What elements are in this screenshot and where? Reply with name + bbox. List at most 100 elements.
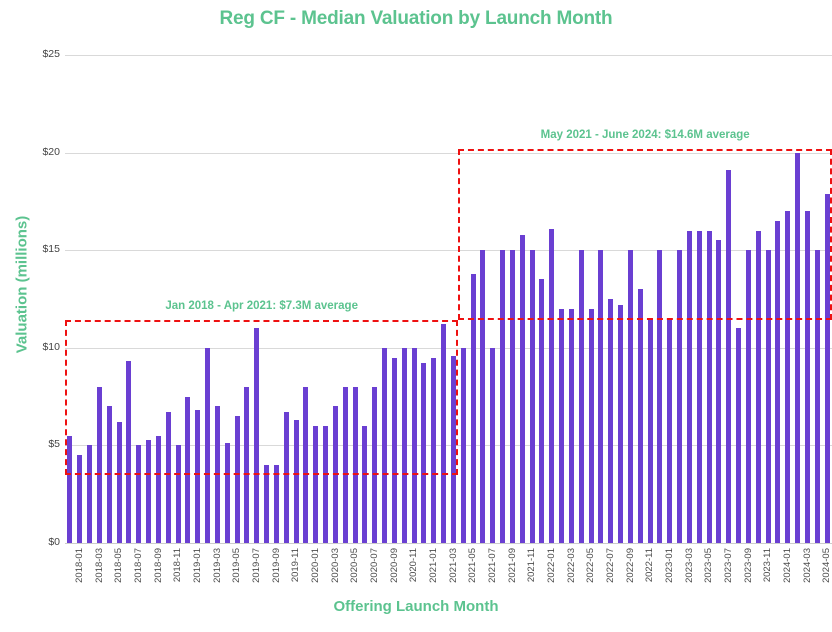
x-axis-tick-label: 2020-09 [388,548,400,583]
bar [185,396,191,543]
bar [814,250,820,543]
bar [96,386,102,543]
bar [726,170,732,543]
bar [254,328,260,543]
bar [401,347,407,543]
x-axis-tick-label: 2019-09 [270,548,282,583]
bar [372,386,378,543]
x-axis-tick-label: 2022-01 [545,548,557,583]
bar [175,445,181,543]
chart-title: Reg CF - Median Valuation by Launch Mont… [219,8,613,29]
x-axis-tick-label: 2021-01 [427,548,439,583]
gridline [65,543,832,544]
bar [578,250,584,543]
bar [165,412,171,543]
bar [421,363,427,543]
bar [677,250,683,543]
bar [598,250,604,543]
bar [431,357,437,543]
bar [618,304,624,543]
period-average-label: Jan 2018 - Apr 2021: $7.3M average [165,300,358,313]
bar [519,234,525,543]
bar [706,230,712,543]
x-axis-tick-label: 2020-07 [368,548,380,583]
y-axis-tick-label: $15 [42,243,60,256]
x-axis-tick-label: 2024-05 [821,548,832,583]
bar [755,230,761,543]
bar [234,416,240,543]
x-axis-tick-label: 2020-03 [329,548,341,583]
x-axis-tick-label: 2018-01 [73,548,85,583]
chart-container: Reg CF - Median Valuation by Launch Mont… [0,0,832,632]
bar [588,308,594,543]
x-axis-tick-label: 2023-11 [762,548,774,583]
bar [637,289,643,543]
bar [106,406,112,543]
y-axis-tick-label: $10 [42,340,60,353]
bar [382,347,388,543]
y-axis-tick-label: $25 [42,48,60,60]
bar [500,250,506,543]
plot-area: Jan 2018 - Apr 2021: $7.3M average May 20… [65,55,832,544]
x-axis-tick-label: 2022-11 [644,548,656,583]
x-axis-title: Offering Launch Month [333,598,499,615]
bar [441,324,447,543]
x-axis-tick-label: 2023-09 [742,548,754,583]
bar [303,386,309,543]
bar [313,425,319,543]
x-axis-tick-label: 2019-03 [211,548,223,583]
bar [795,152,801,543]
bar [716,240,722,543]
bar [785,211,791,543]
x-axis-tick-label: 2018-05 [113,548,125,583]
bar [529,250,535,543]
bar [332,406,338,543]
x-axis-tick-label: 2018-11 [172,548,184,583]
bar [323,425,329,543]
bar [450,355,456,543]
bar [155,435,161,543]
x-axis-tick-label: 2019-07 [250,548,262,583]
bar [352,386,358,543]
bar [283,412,289,543]
bar [460,347,466,543]
bar [470,273,476,543]
bar [87,445,93,543]
x-axis-tick-label: 2019-05 [231,548,243,583]
period-average-label: May 2021 - June 2024: $14.6M average [540,128,750,141]
x-axis-tick-label: 2024-03 [801,548,813,583]
x-axis-tick-label: 2023-05 [703,548,715,583]
x-axis-tick-label: 2020-11 [408,548,420,583]
bar [765,250,771,543]
x-axis-tick-label: 2022-05 [585,548,597,583]
bar [657,250,663,543]
bar [214,406,220,543]
bar [686,230,692,543]
bar [696,230,702,543]
x-axis-tick-label: 2022-07 [604,548,616,583]
bar [273,464,279,543]
bar [647,318,653,543]
y-axis-tick-label: $5 [48,438,60,451]
bar [608,299,614,543]
x-axis-tick-label: 2019-01 [191,548,203,583]
x-axis-tick-label: 2021-09 [506,548,518,583]
bar [116,421,122,543]
bar [549,228,555,543]
y-axis-tick-label: $20 [42,145,60,158]
bar [293,420,299,543]
x-axis-tick-label: 2023-07 [722,548,734,583]
bar [667,318,673,543]
bar [205,347,211,543]
bar [480,250,486,543]
bar [627,250,633,543]
bar [264,464,270,543]
bar [244,386,250,543]
y-axis-tick-label: $0 [48,536,60,548]
bar [559,308,565,543]
bar [568,308,574,543]
bar [136,445,142,543]
x-axis-tick-label: 2021-07 [486,548,498,583]
x-axis-tick-label: 2022-03 [565,548,577,583]
bar [775,220,781,543]
